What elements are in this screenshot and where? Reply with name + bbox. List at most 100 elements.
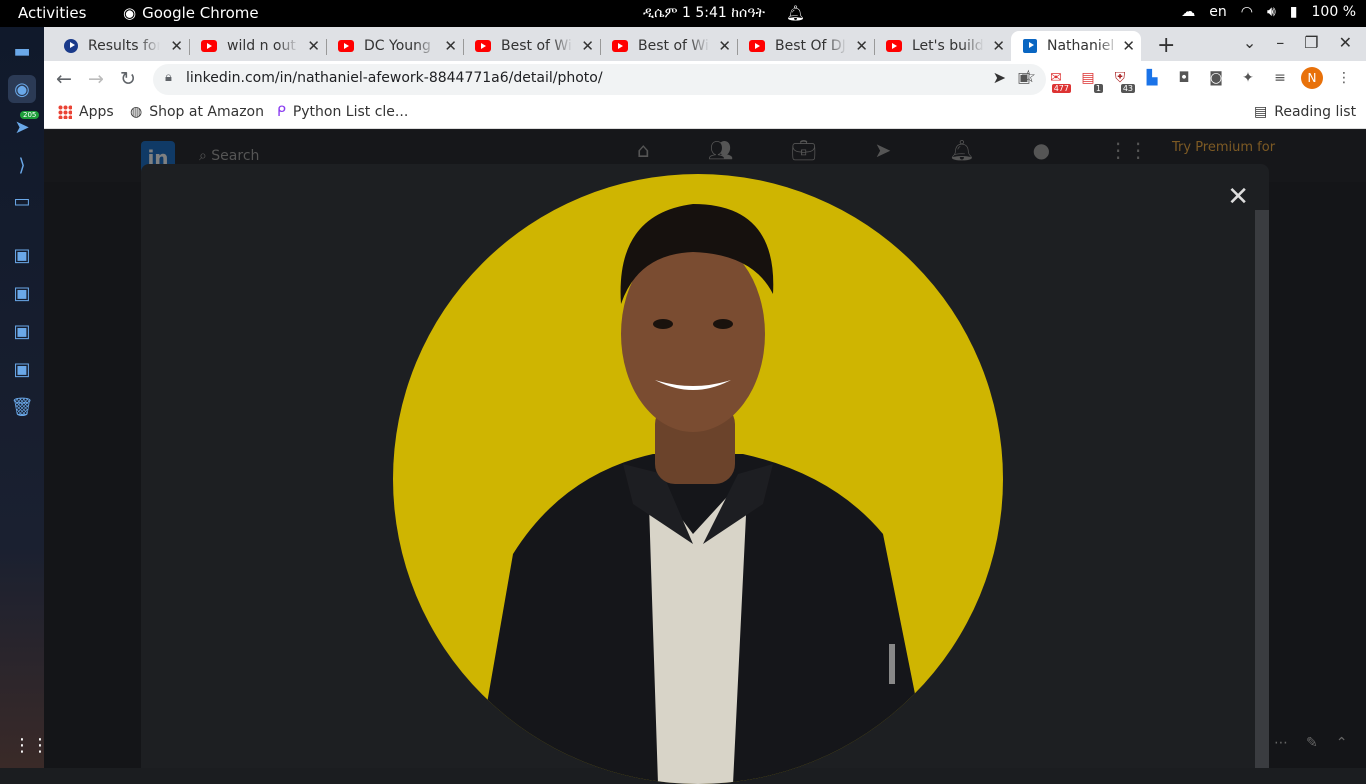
work-grid-icon[interactable]: ⋮⋮ (1108, 138, 1148, 162)
extension-icon[interactable]: ▣ (1013, 67, 1035, 89)
restore-icon[interactable]: ❐ (1304, 33, 1318, 52)
search-placeholder: Search (211, 148, 260, 164)
tab-title: Best of Wil (501, 38, 573, 54)
back-button[interactable]: ← (56, 68, 72, 90)
chevron-up-icon[interactable]: ⌃ (1336, 735, 1348, 751)
bookmark-amazon[interactable]: ◍ Shop at Amazon (130, 104, 264, 120)
apps-icon (58, 105, 72, 119)
browser-toolbar: ← → ↻ 🔒︎ linkedin.com/in/nathaniel-afewo… (44, 61, 1366, 97)
linkedin-nav-icons: ⌂ 👥︎ 💼︎ ➤ 🔔︎ ● ⋮⋮ (637, 138, 1148, 162)
close-tab-icon[interactable]: ✕ (718, 37, 731, 55)
telegram-icon[interactable]: ➤ (8, 113, 36, 141)
tab[interactable]: Best Of DJ ✕ (737, 31, 874, 61)
minimize-icon[interactable]: – (1276, 33, 1284, 52)
activities-button[interactable]: Activities (18, 4, 86, 22)
bell-icon: 🔔︎ (786, 4, 806, 22)
battery-icon: ▮ (1289, 4, 1298, 20)
network-indicator-icon: ☁ (1181, 4, 1196, 20)
tab[interactable]: Best of Wil ✕ (463, 31, 600, 61)
python-bookmark-icon: ᑭ (277, 104, 286, 120)
reading-list-button[interactable]: ▤ Reading list (1254, 104, 1356, 120)
close-tab-icon[interactable]: ✕ (307, 37, 320, 55)
app-icon[interactable]: ▣ (8, 317, 36, 345)
profile-avatar[interactable]: N (1301, 67, 1323, 89)
lock-icon[interactable]: 🔒︎ (165, 70, 172, 85)
extension-icon[interactable]: ◘ (1173, 67, 1195, 89)
youtube-icon (475, 40, 491, 52)
close-window-icon[interactable]: ✕ (1339, 33, 1352, 52)
jobs-icon[interactable]: 💼︎ (791, 138, 816, 162)
close-tab-icon[interactable]: ✕ (444, 37, 457, 55)
extension-icon[interactable]: ▙ (1141, 67, 1163, 89)
system-tray[interactable]: ☁ en ◠ 🔊︎ ▮ 100 % (1181, 4, 1356, 20)
tab[interactable]: Best of Wil ✕ (600, 31, 737, 61)
tab[interactable]: Results for ✕ (52, 31, 189, 61)
try-premium-link[interactable]: Try Premium for (1172, 140, 1275, 155)
address-bar[interactable]: 🔒︎ linkedin.com/in/nathaniel-afework-884… (153, 64, 1046, 95)
app-icon[interactable]: ▣ (8, 241, 36, 269)
keyboard-layout[interactable]: en (1209, 4, 1227, 20)
system-top-bar: Activities ◉ Google Chrome ዲሴም 1 5:41 ከሰ… (0, 0, 1366, 27)
vscode-icon[interactable]: ⟩ (8, 151, 36, 179)
close-tab-icon[interactable]: ✕ (581, 37, 594, 55)
menu-icon[interactable]: ⋮ (1333, 67, 1355, 89)
battery-level: 100 % (1311, 4, 1356, 20)
app-menu[interactable]: ◉ Google Chrome (123, 4, 259, 22)
close-tab-icon[interactable]: ✕ (855, 37, 868, 55)
scrollbar[interactable] (1255, 210, 1269, 768)
extension-icon[interactable]: ▤ 1 (1077, 67, 1103, 93)
chrome-dock-icon[interactable]: ◉ (8, 75, 36, 103)
extension-badge: 43 (1120, 84, 1135, 93)
new-tab-button[interactable]: + (1157, 33, 1175, 58)
extension-badge: 1 (1093, 84, 1103, 93)
network-icon[interactable]: 👥︎ (708, 138, 733, 162)
close-tab-icon[interactable]: ✕ (170, 37, 183, 55)
tab[interactable]: Let's build ✕ (874, 31, 1011, 61)
tab[interactable]: DC Young F ✕ (326, 31, 463, 61)
home-icon[interactable]: ⌂ (637, 138, 650, 162)
youtube-icon (749, 40, 765, 52)
close-tab-icon[interactable]: ✕ (1122, 37, 1135, 55)
search-input[interactable]: ⌕ Search (199, 148, 259, 164)
files-icon[interactable]: ▬ (8, 37, 36, 65)
send-tab-icon[interactable]: ➤ (993, 68, 1006, 87)
gmail-icon[interactable]: ✉ 477 (1045, 67, 1071, 93)
extensions-area: ▣ ✉ 477 ▤ 1 ⛨ 43 ▙ ◘ ◙ ✦ ≡ N ⋮ (1013, 67, 1355, 93)
tab[interactable]: wild n out c ✕ (189, 31, 326, 61)
tab-active[interactable]: Nathaniel A ✕ (1011, 31, 1141, 61)
close-icon[interactable]: ✕ (1227, 182, 1249, 212)
bookmarks-bar: Apps ◍ Shop at Amazon ᑭ Python List cle.… (44, 97, 1366, 129)
trash-icon[interactable]: 🗑︎ (8, 393, 36, 421)
app-icon[interactable]: ▣ (8, 355, 36, 383)
app-icon[interactable]: ▣ (8, 279, 36, 307)
wifi-icon: ◠ (1240, 4, 1253, 20)
messaging-icon[interactable]: ➤ (874, 138, 891, 162)
linkedin-icon (1023, 39, 1037, 53)
more-icon[interactable]: ⋯ (1274, 735, 1288, 751)
extension-icon[interactable]: ◙ (1205, 67, 1227, 89)
forward-button[interactable]: → (88, 68, 104, 90)
puzzle-icon[interactable]: ✦ (1237, 67, 1259, 89)
terminal-icon[interactable]: ▭ (8, 187, 36, 215)
youtube-icon (612, 40, 628, 52)
clock[interactable]: ዲሴም 1 5:41 ከሰዓት (643, 5, 765, 21)
close-tab-icon[interactable]: ✕ (992, 37, 1005, 55)
bookmark-python[interactable]: ᑭ Python List cle... (277, 104, 408, 120)
window-controls: ⌄ – ❐ ✕ (1243, 33, 1352, 52)
youtube-icon (338, 40, 354, 52)
globe-icon: ◍ (130, 104, 143, 120)
youtube-icon (886, 40, 902, 52)
tab-title: wild n out c (227, 38, 299, 54)
me-avatar[interactable]: ● (1033, 138, 1050, 162)
compose-icon[interactable]: ✎ (1306, 735, 1318, 751)
volume-icon: 🔊︎ (1266, 4, 1276, 20)
notifications-icon[interactable]: 🔔︎ (949, 138, 974, 162)
bookmark-apps[interactable]: Apps (58, 104, 114, 120)
reload-button[interactable]: ↻ (120, 68, 136, 90)
extension-icon[interactable]: ⛨ 43 (1109, 67, 1135, 93)
tab-search-icon[interactable]: ⌄ (1243, 33, 1256, 52)
tab-title: Best Of DJ (775, 38, 846, 54)
url-text[interactable]: linkedin.com/in/nathaniel-afework-884477… (186, 70, 603, 86)
media-control-icon[interactable]: ≡ (1269, 67, 1291, 89)
tab-title: Let's build (912, 38, 984, 54)
